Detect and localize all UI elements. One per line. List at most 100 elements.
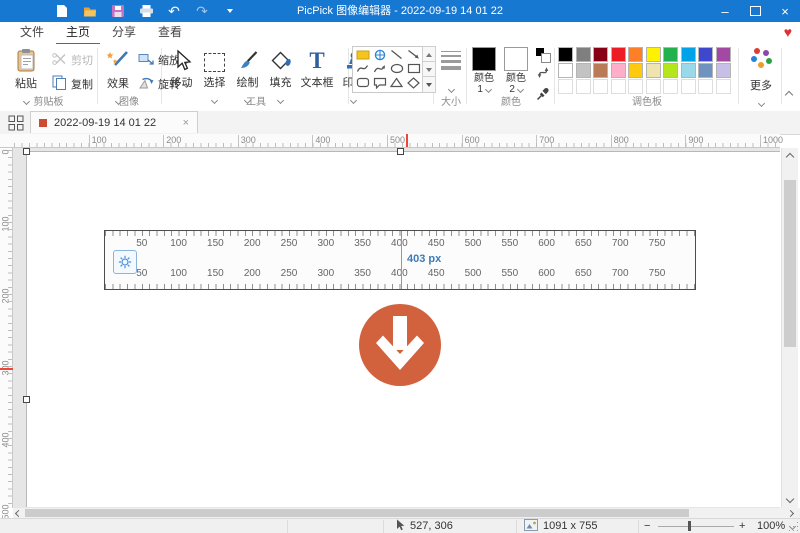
zoom-in-button[interactable]: + [739,519,745,533]
maximize-button[interactable] [740,0,770,22]
select-icon [198,46,231,72]
palette-swatch-empty[interactable] [646,79,661,94]
shape-diamond-icon[interactable] [405,76,422,90]
palette-swatch-ffaec9[interactable] [611,63,626,78]
tab-close-icon[interactable]: × [183,117,189,129]
palette-swatch-empty[interactable] [628,79,643,94]
palette-swatch-empty[interactable] [698,79,713,94]
palette-swatch-99d9ea[interactable] [681,63,696,78]
shape-curve-icon[interactable] [354,62,371,76]
palette-swatch-empty[interactable] [576,79,591,94]
resize-grip[interactable] [797,530,799,532]
palette-swatch-ff7f27[interactable] [628,47,643,62]
widget-ruler-label: 500 [465,238,482,249]
zoom-level-dropdown[interactable]: 100% [757,519,795,533]
palette-swatch-7f7f7f[interactable] [576,47,591,62]
line-size-button[interactable] [438,48,464,97]
palette-swatch-3f48cc[interactable] [698,47,713,62]
window-grid-icon[interactable] [6,114,26,131]
tool-text-button[interactable]: T文本框 [297,46,337,90]
ruler-label: 800 [614,135,629,145]
tab-home[interactable]: 主页 [56,22,100,45]
shape-rectangle-icon[interactable] [405,62,422,76]
color1-swatch [472,47,496,71]
tool-cursor-button[interactable]: 移动 [165,46,198,90]
tab-file[interactable]: 文件 [10,22,54,43]
tab-share[interactable]: 分享 [102,22,146,43]
cursor-x-marker [406,134,408,147]
zoom-out-button[interactable]: − [644,519,650,533]
shapes-more-button[interactable] [422,76,436,93]
palette-swatch-000000[interactable] [558,47,573,62]
zoom-slider-track[interactable] [658,526,734,527]
shape-highlight-icon[interactable] [354,48,371,62]
copy-button[interactable]: 复制 [52,75,93,93]
vertical-scrollbar[interactable] [781,148,798,508]
collapse-ribbon-button[interactable] [786,85,792,103]
color2-button[interactable]: 颜色2 [502,47,530,95]
selection-handle-left-middle[interactable] [23,396,30,403]
palette-swatch-empty[interactable] [716,79,731,94]
palette-swatch-a349a4[interactable] [716,47,731,62]
ruler-settings-button[interactable] [113,250,137,274]
palette-swatch-empty[interactable] [593,79,608,94]
selection-handle-top-left[interactable] [23,148,30,155]
palette-swatch-efe4b0[interactable] [646,63,661,78]
palette-swatch-c3c3c3[interactable] [576,63,591,78]
shape-triangle-icon[interactable] [388,76,405,90]
shape-ellipse-icon[interactable] [388,62,405,76]
color1-button[interactable]: 颜色1 [470,47,498,95]
palette-swatch-b97a57[interactable] [593,63,608,78]
palette-swatch-empty[interactable] [681,79,696,94]
close-button[interactable]: × [770,0,800,22]
ruler-label: 400 [0,433,14,447]
document-tab[interactable]: 2022-09-19 14 01 22 × [30,111,198,133]
ruler-widget[interactable]: 5010015020025030035040045050055060065070… [104,230,696,290]
measurement-value: 403 px [407,253,441,265]
widget-ruler-label: 50 [136,238,147,249]
palette-swatch-empty[interactable] [663,79,678,94]
palette-swatch-ed1c24[interactable] [611,47,626,62]
scroll-right-icon[interactable] [785,508,796,518]
scissors-icon [52,53,67,68]
minimize-button[interactable]: – [710,0,740,22]
palette-swatch-fff200[interactable] [646,47,661,62]
widget-ruler-label: 600 [538,238,555,249]
palette-swatch-ffffff[interactable] [558,63,573,78]
palette-swatch-empty[interactable] [611,79,626,94]
palette-swatch-c8bfe7[interactable] [716,63,731,78]
palette-swatch-ffc90e[interactable] [628,63,643,78]
swap-colors-icon[interactable] [536,48,550,62]
palette-swatch-00a2e8[interactable] [681,47,696,62]
horizontal-scrollbar[interactable] [13,508,800,518]
copy-icon [52,75,67,93]
shape-arrow-icon[interactable] [405,48,422,62]
scroll-down-icon[interactable] [782,491,798,507]
shape-callout-icon[interactable] [371,76,388,90]
widget-ruler-label: 750 [649,238,666,249]
scroll-up-icon[interactable] [782,149,798,165]
palette-swatch-empty[interactable] [558,79,573,94]
vertical-scroll-thumb[interactable] [784,180,796,347]
more-colors-button[interactable]: 更多 [744,46,778,111]
shape-curve-arrow-icon[interactable] [371,62,388,76]
zoom-slider-thumb[interactable] [688,521,691,531]
selection-handle-top-middle[interactable] [397,148,404,155]
palette-swatch-880015[interactable] [593,47,608,62]
shape-crosshair-icon[interactable] [371,48,388,62]
palette-swatch-b5e61d[interactable] [663,63,678,78]
palette-swatch-22b14c[interactable] [663,47,678,62]
horizontal-scroll-thumb[interactable] [25,509,689,517]
favorite-heart-icon[interactable]: ♥ [784,25,792,39]
scroll-left-icon[interactable] [13,508,24,518]
widget-ruler-label: 450 [428,238,445,249]
document-tab-bar: 2022-09-19 14 01 22 × [0,111,800,135]
reset-colors-icon[interactable] [536,65,550,85]
shape-rounded-rectangle-icon[interactable] [354,76,371,90]
rotate-icon [138,76,154,92]
widget-ruler-label: 100 [170,268,187,279]
ruler-label: 200 [0,289,14,303]
shape-line-icon[interactable] [388,48,405,62]
palette-swatch-7092be[interactable] [698,63,713,78]
tab-view[interactable]: 查看 [148,22,192,43]
